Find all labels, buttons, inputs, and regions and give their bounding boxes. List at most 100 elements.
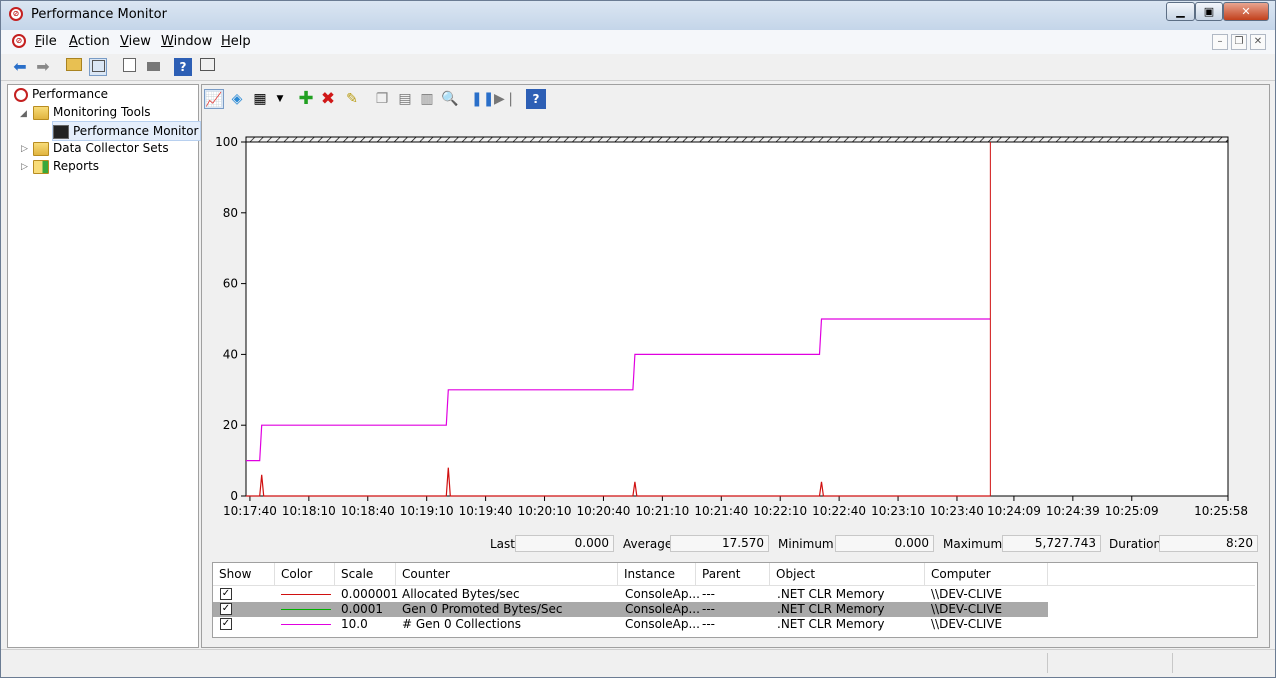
close-button[interactable]: ✕ [1223,2,1269,21]
x-tick-label: 10:21:40 [694,504,748,518]
instance-cell: ConsoleAp... [625,602,700,616]
chart-svg[interactable]: 0 20 40 60 80 100 10:17:40 10:18:10 10:18:40 10:1… [202,113,1267,553]
x-tick-label: 10:17:40 [223,504,277,518]
up-folder-icon[interactable] [65,58,83,76]
performance-monitor-app-icon[interactable]: ⊘ [9,7,23,21]
color-swatch [281,624,331,625]
column-header-color[interactable]: Color [275,563,335,585]
y-tick-label: 100 [215,135,238,149]
tree-item-performance-monitor[interactable]: Performance Monitor [52,121,202,141]
paste-counter-list-icon[interactable]: ▤ [395,89,415,109]
x-tick-label: 10:23:10 [871,504,925,518]
menu-window[interactable]: Window [161,34,212,49]
collapsed-arrow-icon[interactable]: ▷ [21,144,28,154]
child-restore-button[interactable]: ❐ [1231,34,1247,50]
show-hide-tree-icon[interactable] [89,58,107,76]
show-checkbox[interactable]: ✓ [220,618,232,630]
mmc-menu-icon[interactable]: ⊘ [12,34,26,48]
tree-label: Data Collector Sets [53,141,169,155]
x-tick-label: 10:20:10 [518,504,572,518]
copy-properties-icon[interactable]: ❐ [372,89,392,109]
status-bar [1,649,1275,677]
menu-view[interactable]: View [120,34,151,49]
maximum-label: Maximum [943,537,1003,551]
minimize-button[interactable]: ▁ [1166,2,1195,21]
add-counter-icon[interactable]: ✚ [296,89,316,109]
properties-icon[interactable]: ▥ [417,89,437,109]
column-header-counter[interactable]: Counter [396,563,618,585]
performance-icon [14,87,28,102]
tree-item-performance[interactable]: Performance [14,85,108,103]
freeze-display-icon[interactable]: ❚❚ [471,89,494,109]
line-graph[interactable]: 0 20 40 60 80 100 10:17:40 10:18:10 10:18:40 10:1… [202,113,1267,553]
computer-cell: \\DEV-CLIVE [931,587,1003,601]
duration-value: 8:20 [1159,535,1258,552]
change-graph-type-icon[interactable]: ▦ [250,89,270,109]
x-tick-label: 10:25:09 [1105,504,1159,518]
zoom-icon[interactable]: 🔍 [440,89,460,109]
computer-cell: \\DEV-CLIVE [931,617,1003,631]
show-action-pane-icon[interactable] [198,58,216,76]
x-tick-label: 10:18:40 [341,504,395,518]
legend-row[interactable]: ✓ 0.0001 Gen 0 Promoted Bytes/Sec ConsoleAp… [213,602,1048,617]
update-data-icon[interactable]: ▶❘ [494,89,517,109]
column-header-show[interactable]: Show [213,563,275,585]
performance-monitor-pane: 📈 ◈ ▦ ▼ ✚ ✖ ✎ ❐ ▤ ▥ 🔍 ❚❚ ▶❘ ? 0 20 40 60 80 1… [201,84,1270,648]
folder-icon [33,105,49,120]
expanded-arrow-icon[interactable]: ◢ [20,109,27,119]
back-arrow-icon[interactable]: ⬅ [11,58,29,76]
title-bar[interactable]: ⊘ Performance Monitor ▁ ▣ ✕ [1,1,1275,30]
child-minimize-button[interactable]: – [1212,34,1228,50]
column-header-computer[interactable]: Computer [925,563,1048,585]
view-log-data-icon[interactable]: ◈ [227,89,247,109]
statistics-bar: Last 0.000 Average 17.570 Minimum 0.000 … [202,533,1267,557]
x-tick-label: 10:25:58 [1194,504,1248,518]
highlight-icon[interactable]: ✎ [342,89,362,109]
tree-item-monitoring-tools[interactable]: Monitoring Tools [33,103,151,121]
x-tick-label: 10:19:40 [459,504,513,518]
parent-cell: --- [702,602,715,616]
show-checkbox[interactable]: ✓ [220,603,232,615]
column-header-scale[interactable]: Scale [335,563,396,585]
plot-area[interactable] [245,141,1229,497]
minimum-value: 0.000 [835,535,934,552]
graph-type-dropdown-icon[interactable]: ▼ [270,89,290,109]
last-value: 0.000 [515,535,614,552]
x-tick-label: 10:20:40 [576,504,630,518]
window-title: Performance Monitor [31,7,167,22]
print-icon[interactable] [144,58,162,76]
child-close-button[interactable]: ✕ [1250,34,1266,50]
collapsed-arrow-icon[interactable]: ▷ [21,162,28,172]
tree-label: Performance [32,87,109,101]
column-header-instance[interactable]: Instance [618,563,696,585]
y-tick-label: 80 [223,206,238,220]
counter-cell: Allocated Bytes/sec [402,587,520,601]
reports-folder-icon [33,159,49,174]
properties-icon[interactable] [120,58,138,76]
parent-cell: --- [702,617,715,631]
counter-cell: Gen 0 Promoted Bytes/Sec [402,602,563,616]
delete-counter-icon[interactable]: ✖ [318,89,338,109]
help-icon[interactable]: ? [526,89,546,109]
tree-item-data-collector-sets[interactable]: Data Collector Sets [33,139,169,157]
show-checkbox[interactable]: ✓ [220,588,232,600]
tree-item-reports[interactable]: Reports [33,157,99,175]
color-swatch [281,594,331,595]
column-header-object[interactable]: Object [770,563,925,585]
forward-arrow-icon[interactable]: ➡ [34,58,52,76]
menu-help[interactable]: Help [221,34,251,49]
legend-row[interactable]: ✓ 0.000001 Allocated Bytes/sec ConsoleAp...… [213,587,1048,602]
minimum-label: Minimum [778,537,834,551]
maximize-button[interactable]: ▣ [1195,2,1223,21]
x-tick-label: 10:24:09 [987,504,1041,518]
help-icon[interactable]: ? [174,58,192,76]
menu-file[interactable]: File [35,34,57,49]
menu-bar: ⊘ File Action View Window Help – ❐ ✕ [1,30,1275,55]
x-tick-label: 10:23:40 [930,504,984,518]
menu-action[interactable]: Action [69,34,110,49]
column-header-parent[interactable]: Parent [696,563,770,585]
view-graph-icon[interactable]: 📈 [204,89,224,109]
legend-row[interactable]: ✓ 10.0 # Gen 0 Collections ConsoleAp... ---.… [213,617,1048,632]
instance-cell: ConsoleAp... [625,587,700,601]
tree-label: Performance Monitor [73,124,199,138]
